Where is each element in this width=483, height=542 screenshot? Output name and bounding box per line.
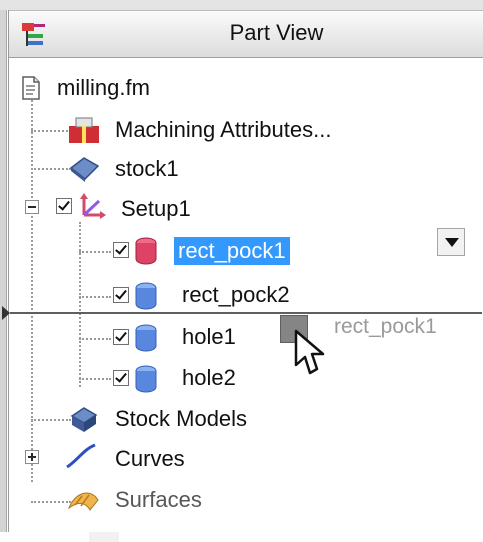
tree-connector-feature-4 [79, 378, 111, 380]
tree-item-stock-models[interactable]: Stock Models [115, 405, 247, 433]
setup-checkbox[interactable] [56, 198, 72, 214]
feature-hole-icon [135, 324, 157, 352]
tree-item-file[interactable]: milling.fm [57, 74, 150, 102]
drag-ghost-label: rect_pock1 [334, 315, 437, 338]
page-title: Part View [229, 20, 324, 45]
tree-item-feature-3[interactable]: hole1 [182, 323, 236, 351]
feature-checkbox-1[interactable] [113, 242, 129, 258]
tree-item-feature-2[interactable]: rect_pock2 [182, 281, 290, 309]
partially-visible-row [89, 532, 119, 542]
surface-icon [67, 492, 99, 511]
dropdown-arrow-icon[interactable] [437, 228, 465, 256]
drag-insertion-line [2, 306, 482, 320]
tree-item-feature-4[interactable]: hole2 [182, 364, 236, 392]
tree-item-surfaces[interactable]: Surfaces [115, 486, 202, 514]
tree-connector-feature-1 [79, 251, 111, 253]
feature-pocket-icon [135, 282, 157, 310]
machining-attributes-icon [69, 117, 99, 143]
tree-connector-surfaces [31, 501, 71, 503]
tree-connector-stock-models [31, 419, 71, 421]
tree-item-stock[interactable]: stock1 [115, 155, 179, 183]
tree-connector-feature-2 [79, 296, 111, 298]
part-view-tree-icon [22, 23, 45, 46]
setup-collapse-button[interactable] [25, 200, 39, 214]
tree-connector-machining [31, 130, 71, 132]
stock-icon [69, 157, 100, 182]
tree-connector-feature-3 [79, 338, 111, 340]
tree-connector-stock [31, 168, 71, 170]
document-icon [22, 76, 40, 100]
tree-item-setup[interactable]: Setup1 [121, 195, 191, 223]
setup-icon [80, 193, 106, 219]
feature-checkbox-2[interactable] [113, 287, 129, 303]
feature-checkbox-3[interactable] [113, 329, 129, 345]
tree-connector-main [31, 97, 33, 482]
tree-connector-setup-children [79, 222, 81, 387]
part-view-header: Part View [9, 10, 483, 58]
feature-checkbox-4[interactable] [113, 370, 129, 386]
feature-pocket-icon [135, 237, 157, 265]
window-frame-left [0, 0, 7, 532]
pointer-cursor-icon [294, 329, 325, 375]
tree-item-feature-1[interactable]: rect_pock1 [174, 237, 290, 265]
stock-models-icon [70, 407, 98, 432]
tree-item-curves[interactable]: Curves [115, 445, 185, 473]
window-frame-top [0, 0, 483, 10]
part-view-panel: Part View milling.fm Machining Attribute… [8, 10, 483, 542]
curves-expand-button[interactable] [25, 450, 39, 464]
curve-icon [66, 443, 96, 469]
tree-item-machining-attributes[interactable]: Machining Attributes... [115, 116, 331, 144]
feature-hole-icon [135, 365, 157, 393]
